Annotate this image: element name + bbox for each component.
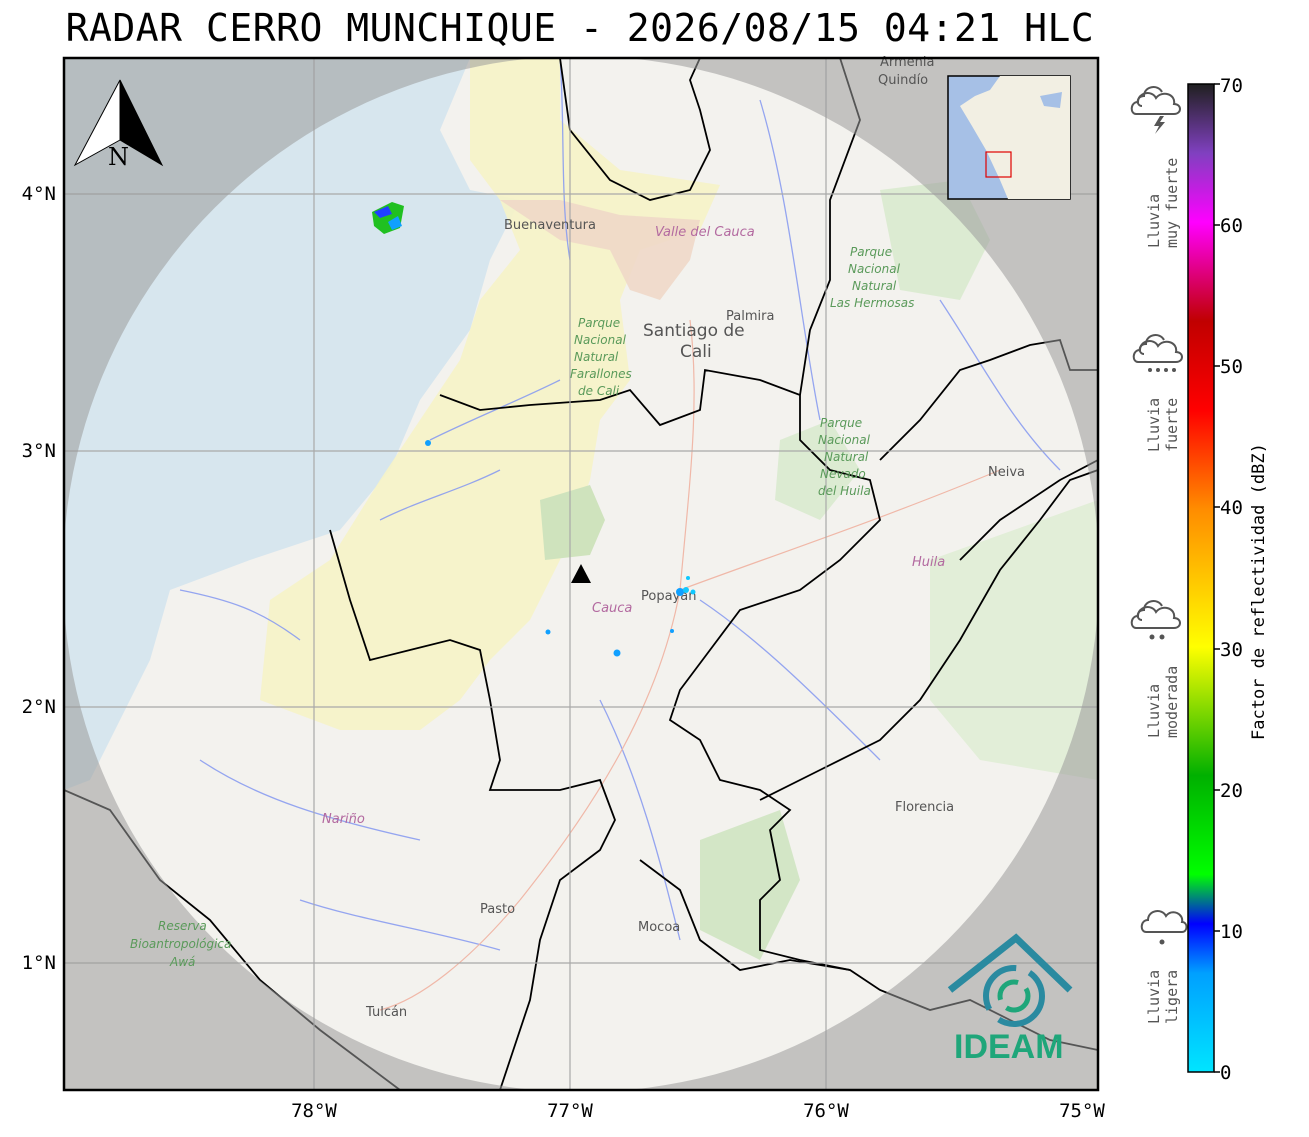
colorbar-tick: 0 bbox=[1220, 1062, 1231, 1084]
y-tick: 3°N bbox=[22, 440, 56, 462]
echo-cell bbox=[425, 440, 431, 446]
label-mocoa: Mocoa bbox=[638, 920, 680, 935]
light-rain-icon bbox=[1140, 910, 1188, 945]
label-tulcan: Tulcán bbox=[365, 1005, 407, 1020]
svg-text:Parque: Parque bbox=[820, 416, 862, 430]
svg-text:Nacional: Nacional bbox=[818, 433, 871, 447]
svg-text:Bioantropológica: Bioantropológica bbox=[130, 937, 231, 951]
label-cali-2: Cali bbox=[680, 342, 712, 362]
north-label: N bbox=[108, 143, 129, 171]
echo-cell bbox=[613, 649, 621, 657]
cat-label-2: Lluvia bbox=[1145, 398, 1163, 452]
cat-label-1: Lluvia bbox=[1145, 194, 1163, 248]
x-tick: 76°W bbox=[803, 1100, 849, 1122]
logo-text: IDEAM bbox=[954, 1028, 1064, 1066]
svg-text:Reserva: Reserva bbox=[158, 919, 207, 933]
colorbar-tick: 60 bbox=[1220, 215, 1243, 237]
label-buenaventura: Buenaventura bbox=[504, 218, 596, 233]
svg-text:Awá: Awá bbox=[169, 955, 195, 969]
y-tick: 1°N bbox=[22, 952, 56, 974]
svg-text:de Cali: de Cali bbox=[578, 384, 620, 398]
svg-text:Parque: Parque bbox=[850, 245, 892, 259]
colorbar-label: Factor de reflectividad (dBZ) bbox=[1249, 443, 1269, 740]
colorbar-tick: 10 bbox=[1220, 921, 1243, 943]
x-tick: 75°W bbox=[1059, 1100, 1105, 1122]
label-narino: Nariño bbox=[322, 812, 365, 827]
colorbar: 70 60 50 40 30 20 10 0 Factor de reflect… bbox=[1187, 75, 1269, 1084]
label-quindio: Quindío bbox=[878, 73, 928, 88]
svg-text:del Huila: del Huila bbox=[818, 484, 871, 498]
y-tick: 2°N bbox=[22, 696, 56, 718]
svg-text:Nevado: Nevado bbox=[820, 467, 866, 481]
label-neiva: Neiva bbox=[988, 465, 1025, 480]
label-cauca: Cauca bbox=[592, 601, 632, 616]
heavy-rain-icon bbox=[1132, 334, 1183, 372]
svg-text:Las Hermosas: Las Hermosas bbox=[830, 296, 914, 310]
cat-label-3: Lluvia bbox=[1145, 684, 1163, 738]
legend-categories: Lluvia muy fuerte Lluvia fuerte Lluvia m… bbox=[1130, 86, 1188, 1024]
echo-cell bbox=[690, 589, 696, 595]
svg-text:Nacional: Nacional bbox=[848, 262, 901, 276]
colorbar-gradient bbox=[1187, 83, 1215, 1073]
colorbar-tick: 20 bbox=[1220, 780, 1243, 802]
svg-text:Farallones: Farallones bbox=[570, 367, 632, 381]
cat-label-2b: fuerte bbox=[1163, 398, 1181, 452]
thunderstorm-icon bbox=[1130, 86, 1181, 134]
label-huila: Huila bbox=[912, 555, 945, 570]
cat-label-4: Lluvia bbox=[1145, 970, 1163, 1024]
svg-text:Parque: Parque bbox=[578, 316, 620, 330]
svg-text:Natural: Natural bbox=[574, 350, 619, 364]
label-florencia: Florencia bbox=[895, 800, 954, 815]
colorbar-tick: 50 bbox=[1220, 356, 1243, 378]
colorbar-tick: 40 bbox=[1220, 497, 1243, 519]
y-tick: 4°N bbox=[22, 183, 56, 205]
cat-label-3b: moderada bbox=[1163, 666, 1181, 738]
echo-cell bbox=[670, 629, 674, 633]
label-pasto: Pasto bbox=[480, 902, 515, 917]
svg-text:Natural: Natural bbox=[852, 279, 897, 293]
label-cali-1: Santiago de bbox=[643, 321, 745, 341]
colorbar-tick: 30 bbox=[1220, 639, 1243, 661]
inset-map bbox=[947, 75, 1071, 200]
cat-label-4b: ligera bbox=[1163, 970, 1181, 1024]
label-valle: Valle del Cauca bbox=[655, 225, 755, 240]
echo-cell bbox=[686, 576, 690, 580]
x-tick: 77°W bbox=[547, 1100, 593, 1122]
colorbar-tick: 70 bbox=[1220, 75, 1243, 97]
x-tick: 78°W bbox=[291, 1100, 337, 1122]
svg-text:Natural: Natural bbox=[824, 450, 869, 464]
svg-text:Nacional: Nacional bbox=[574, 333, 627, 347]
echo-cell bbox=[545, 629, 551, 635]
moderate-rain-icon bbox=[1130, 600, 1181, 640]
echo-cell bbox=[683, 587, 689, 593]
cat-label-1b: muy fuerte bbox=[1163, 158, 1181, 248]
echo-cell bbox=[676, 588, 684, 596]
